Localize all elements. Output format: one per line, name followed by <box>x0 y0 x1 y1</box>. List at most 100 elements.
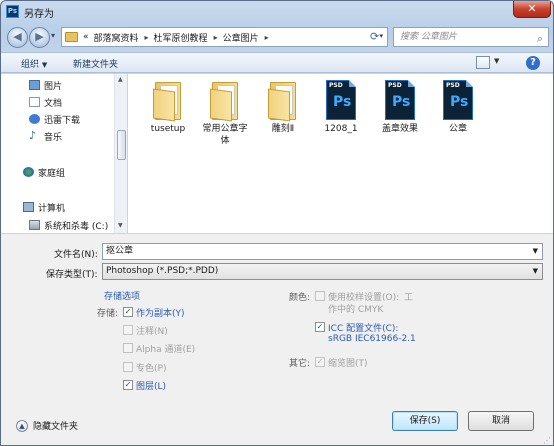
title-bar: Ps 另存为 ✕ <box>1 1 553 23</box>
chevron-down-icon[interactable]: ▼ <box>533 244 538 259</box>
scrollbar-thumb[interactable] <box>117 130 126 160</box>
folder-icon <box>153 80 183 122</box>
as-copy-label[interactable]: 作为副本(Y) <box>136 306 185 319</box>
search-placeholder: 搜索 公章图片 <box>400 32 457 42</box>
filetype-label: 保存类型(T): <box>46 270 98 280</box>
forward-button[interactable]: ▶ <box>29 27 50 48</box>
save-button[interactable]: 保存(S) <box>392 411 458 431</box>
layers-label[interactable]: 图层(L) <box>136 379 166 392</box>
recent-locations-dropdown[interactable]: ▾ <box>51 31 55 40</box>
breadcrumb-overflow[interactable]: « <box>83 32 89 42</box>
file-item-psd[interactable]: PSD Ps 盖章效果 <box>373 80 427 135</box>
help-icon[interactable]: ? <box>526 56 540 70</box>
photoshop-app-icon: Ps <box>6 5 19 18</box>
file-name: 1208_1 <box>324 124 358 134</box>
cancel-button[interactable]: 取消 <box>468 411 534 431</box>
proof-setup-line2: 作中的 CMYK <box>328 305 384 315</box>
filename-value: 抠公章 <box>106 246 134 256</box>
resize-grip-icon[interactable]: ⋰ <box>543 436 551 445</box>
thumbnail-label: 缩览图(T) <box>328 359 368 369</box>
breadcrumb-separator[interactable]: ▸ <box>214 33 218 42</box>
as-copy-checkbox[interactable]: ✓ <box>123 307 133 317</box>
psd-tag: PSD <box>388 82 402 89</box>
file-list: tusetup 常用公章字体 雕刻Ⅱ PSD Ps 1208_1 PSD Ps … <box>128 74 553 233</box>
sidebar-item-xunlei-download[interactable]: 迅雷下载 <box>29 112 80 126</box>
save-as-dialog: Ps 另存为 ✕ ◀ ▶ ▾ « 部落窝资料 ▸ 杜军原创教程 ▸ 公章图片 ▸… <box>0 0 554 446</box>
organize-menu[interactable]: 组织 ▼ <box>21 57 47 70</box>
notes-checkbox[interactable] <box>123 325 133 335</box>
chevron-down-icon[interactable]: ▼ <box>533 264 538 279</box>
file-name: tusetup <box>150 124 186 134</box>
folder-icon <box>210 80 240 122</box>
back-button[interactable]: ◀ <box>7 27 28 48</box>
filename-field[interactable]: 抠公章 ▼ <box>102 243 543 260</box>
sidebar-item-label: 迅雷下载 <box>44 115 81 126</box>
address-dropdown-icon[interactable]: ▾ <box>379 32 383 40</box>
view-dropdown-icon[interactable]: ▼ <box>494 57 499 65</box>
scroll-down-icon[interactable]: ▼ <box>118 222 123 229</box>
hide-folders-toggle[interactable]: ▲ 隐藏文件夹 <box>16 419 78 432</box>
proof-setup-checkbox[interactable] <box>315 291 325 301</box>
sidebar-item-label: 计算机 <box>38 203 66 214</box>
filetype-select[interactable]: Photoshop (*.PSD;*.PDD) ▼ <box>102 263 543 280</box>
scroll-up-icon[interactable]: ▲ <box>118 76 123 83</box>
psd-logo: Ps <box>392 94 411 110</box>
alpha-channels-checkbox[interactable] <box>123 343 133 353</box>
file-name: 盖章效果 <box>381 124 418 134</box>
layers-checkbox[interactable]: ✓ <box>123 380 133 390</box>
sidebar-item-pictures[interactable]: 图片 <box>29 78 62 92</box>
save-options-title: 存储选项 <box>104 292 141 302</box>
folder-icon <box>268 80 298 122</box>
sidebar-item-drive-c[interactable]: 系统和杀毒 (C:) <box>29 218 108 232</box>
sidebar-item-label: 系统和杀毒 (C:) <box>44 221 109 232</box>
breadcrumb-separator[interactable]: ▸ <box>265 33 269 42</box>
proof-setup-suffix: 工 <box>404 293 414 303</box>
navigation-scrollbar[interactable]: ▲ ▼ <box>114 74 127 233</box>
sidebar-item-documents[interactable]: 文档 <box>29 95 62 109</box>
spot-colors-checkbox[interactable] <box>123 362 133 372</box>
navigation-pane: 图片 文档 迅雷下载 ♪ 音乐 家庭组 计算机 系统和杀毒 (C:) ▲ ▼ <box>1 74 127 233</box>
close-button[interactable]: ✕ <box>513 1 551 18</box>
sidebar-item-computer[interactable]: 计算机 <box>23 200 65 214</box>
icc-profile-checkbox[interactable]: ✓ <box>315 322 325 332</box>
breadcrumb-item[interactable]: 部落窝资料 <box>94 31 139 44</box>
sidebar-item-label: 音乐 <box>44 132 63 143</box>
file-item-folder[interactable]: 雕刻Ⅱ <box>256 80 310 135</box>
drive-icon <box>29 220 40 230</box>
file-item-folder[interactable]: 常用公章字体 <box>198 80 252 147</box>
breadcrumb-separator[interactable]: ▸ <box>145 33 149 42</box>
download-icon <box>29 114 40 124</box>
chevron-down-icon: ▼ <box>41 61 48 69</box>
view-options-icon[interactable] <box>476 56 490 69</box>
breadcrumb-item[interactable]: 公章图片 <box>223 31 259 44</box>
color-label: 颜色: <box>289 293 311 303</box>
breadcrumb-item[interactable]: 杜军原创教程 <box>154 31 208 44</box>
thumbnail-checkbox[interactable]: ✓ <box>315 357 325 367</box>
sidebar-item-label: 文档 <box>44 98 63 109</box>
sidebar-item-music[interactable]: ♪ 音乐 <box>29 129 62 143</box>
music-icon: ♪ <box>29 129 37 142</box>
file-item-psd[interactable]: PSD Ps 1208_1 <box>314 80 368 135</box>
collapse-up-icon: ▲ <box>16 419 28 432</box>
file-item-folder[interactable]: tusetup <box>141 80 195 135</box>
refresh-icon[interactable]: ⟳ <box>370 30 379 43</box>
address-bar[interactable]: « 部落窝资料 ▸ 杜军原创教程 ▸ 公章图片 ▸ ▾ <box>61 27 388 47</box>
icc-profile-label[interactable]: ICC 配置文件(C): <box>328 321 398 334</box>
sidebar-item-homegroup[interactable]: 家庭组 <box>23 165 65 179</box>
psd-tag: PSD <box>446 82 460 89</box>
file-name: 公章 <box>448 124 467 134</box>
sidebar-item-label: 家庭组 <box>38 168 66 179</box>
new-folder-button[interactable]: 新建文件夹 <box>73 57 118 70</box>
file-name: 常用公章字体 <box>202 124 248 146</box>
sidebar-item-label: 图片 <box>44 81 63 92</box>
search-input[interactable]: 搜索 公章图片 ⌕ <box>393 27 549 47</box>
filename-label: 文件名(N): <box>54 250 98 260</box>
psd-logo: Ps <box>450 94 469 110</box>
window-title: 另存为 <box>24 9 54 20</box>
alpha-channels-label: Alpha 通道(E) <box>136 345 196 355</box>
file-item-psd[interactable]: PSD Ps 公章 <box>431 80 485 135</box>
hide-folders-label: 隐藏文件夹 <box>33 422 79 432</box>
filetype-value: Photoshop (*.PSD;*.PDD) <box>106 266 219 276</box>
psd-file-icon: PSD Ps <box>385 80 415 120</box>
search-icon[interactable]: ⌕ <box>537 30 543 48</box>
